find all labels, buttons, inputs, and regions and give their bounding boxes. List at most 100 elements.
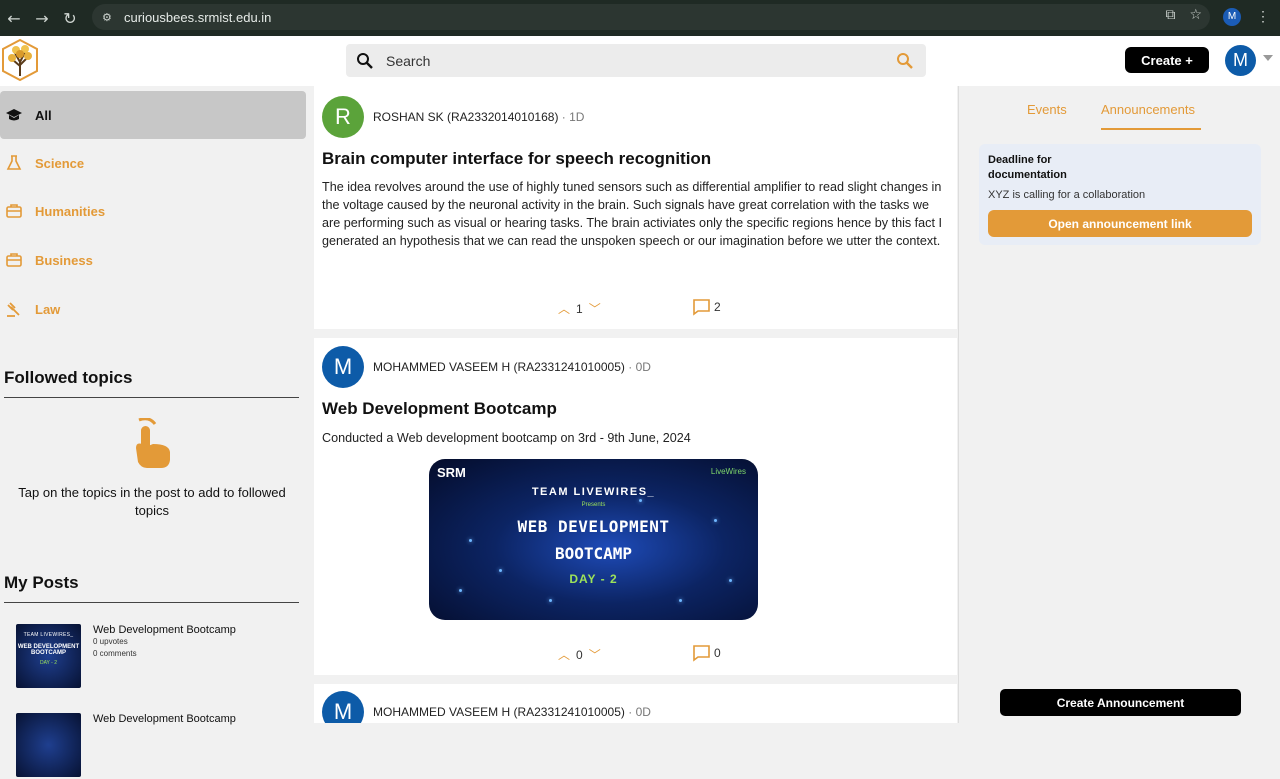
category-science[interactable]: Science xyxy=(0,139,306,187)
flask-icon xyxy=(6,155,22,170)
tab-announcements[interactable]: Announcements xyxy=(1101,102,1195,117)
post-title[interactable]: Web Development Bootcamp xyxy=(322,399,557,419)
graduation-cap-icon xyxy=(6,109,22,121)
address-bar[interactable]: ⚙ curiousbees.srmist.edu.in ⧉ ☆ xyxy=(92,4,1210,30)
author-avatar[interactable]: M xyxy=(322,346,364,388)
followed-topics-title: Followed topics xyxy=(4,368,133,387)
search-submit-icon[interactable] xyxy=(896,52,914,70)
right-panel: Events Announcements Deadline for docume… xyxy=(958,86,1280,723)
vote-count: 1 xyxy=(576,301,583,316)
upvote-icon[interactable]: ︿ xyxy=(558,646,570,663)
browser-chrome: ← → ↻ ⚙ curiousbees.srmist.edu.in ⧉ ☆ M … xyxy=(0,0,1280,36)
vote-controls: ︿ 1 ﹀ xyxy=(558,300,601,317)
thumb-day-text: DAY - 2 xyxy=(39,660,58,666)
comments-button[interactable]: 0 xyxy=(692,644,721,662)
author-avatar[interactable]: M xyxy=(322,691,364,723)
my-post-comments: 0 comments xyxy=(93,649,137,658)
site-settings-icon[interactable]: ⚙ xyxy=(102,11,124,24)
category-label: Science xyxy=(35,155,85,171)
divider xyxy=(4,602,299,603)
banner-day: DAY - 2 xyxy=(569,572,618,586)
back-icon[interactable]: ← xyxy=(0,9,28,28)
thumb-title-text: WEB DEVELOPMENT BOOTCAMP xyxy=(17,644,80,656)
author-avatar[interactable]: R xyxy=(322,96,364,138)
divider xyxy=(4,397,299,398)
left-sidebar: All Science Humanities Business Law Foll… xyxy=(0,86,312,777)
post-author[interactable]: MOHAMMED VASEEM H (RA2331241010005) · 0D xyxy=(373,705,651,719)
gavel-icon xyxy=(7,302,20,317)
bookmark-star-icon[interactable]: ☆ xyxy=(1189,7,1202,23)
post-title[interactable]: Brain computer interface for speech reco… xyxy=(322,149,711,169)
post-card: M MOHAMMED VASEEM H (RA2331241010005) · … xyxy=(314,338,957,675)
category-label: Law xyxy=(35,301,61,317)
category-humanities[interactable]: Humanities xyxy=(0,187,306,235)
banner-line1: WEB DEVELOPMENT xyxy=(517,517,670,536)
panel-tabs: Events Announcements xyxy=(959,86,1280,132)
my-posts-title: My Posts xyxy=(4,573,79,592)
post-feed: R ROSHAN SK (RA2332014010168) · 1D Brain… xyxy=(314,86,957,723)
search-placeholder: Search xyxy=(386,52,431,69)
forward-icon[interactable]: → xyxy=(28,9,56,28)
post-age: · 1D xyxy=(561,110,585,124)
install-app-icon[interactable]: ⧉ xyxy=(1165,7,1175,23)
vote-controls: ︿ 0 ﹀ xyxy=(558,646,601,663)
post-author[interactable]: MOHAMMED VASEEM H (RA2331241010005) · 0D xyxy=(373,360,651,374)
post-card: R ROSHAN SK (RA2332014010168) · 1D Brain… xyxy=(314,86,957,329)
post-image[interactable]: SRM LiveWires TEAM LIVEWIRES_ Presents W… xyxy=(429,459,758,620)
chevron-down-icon[interactable] xyxy=(1263,55,1273,61)
tab-events[interactable]: Events xyxy=(1027,102,1067,117)
open-announcement-link-button[interactable]: Open announcement link xyxy=(988,210,1252,237)
comment-icon xyxy=(693,645,710,662)
reload-icon[interactable]: ↻ xyxy=(56,9,84,28)
post-thumbnail: TEAM LIVEWIRES_ WEB DEVELOPMENT BOOTCAMP… xyxy=(16,624,81,688)
vote-count: 0 xyxy=(576,647,583,662)
url-text: curiousbees.srmist.edu.in xyxy=(124,9,272,25)
tap-hand-icon xyxy=(136,418,170,468)
srm-logo-text: SRM xyxy=(437,465,466,480)
category-label: Humanities xyxy=(35,203,106,219)
search-icon xyxy=(357,52,373,69)
banner-line2: BOOTCAMP xyxy=(554,544,633,563)
post-age: · 0D xyxy=(628,360,651,374)
my-post-upvotes: 0 upvotes xyxy=(93,637,128,646)
category-law[interactable]: Law xyxy=(0,285,306,333)
comment-count: 0 xyxy=(714,646,721,660)
announcement-description: XYZ is calling for a collaboration xyxy=(988,189,1146,201)
my-post-title: Web Development Bootcamp xyxy=(93,713,236,725)
comments-button[interactable]: 2 xyxy=(692,298,721,316)
active-tab-indicator xyxy=(1101,128,1201,130)
followed-topics-hint: Tap on the topics in the post to add to … xyxy=(18,485,286,518)
my-post-title: Web Development Bootcamp xyxy=(93,624,236,636)
my-post-item[interactable]: TEAM LIVEWIRES_ WEB DEVELOPMENT BOOTCAMP… xyxy=(16,624,306,690)
create-announcement-button[interactable]: Create Announcement xyxy=(1000,689,1241,716)
create-button[interactable]: Create + xyxy=(1125,47,1209,73)
briefcase-icon xyxy=(6,253,22,267)
post-age: · 0D xyxy=(628,705,651,719)
browser-profile-avatar[interactable]: M xyxy=(1223,8,1241,26)
app-header: Search Create + M xyxy=(0,36,1280,86)
downvote-icon[interactable]: ﹀ xyxy=(589,300,601,317)
comment-count: 2 xyxy=(714,300,721,314)
post-author[interactable]: ROSHAN SK (RA2332014010168) · 1D xyxy=(373,110,584,124)
author-name: ROSHAN SK (RA2332014010168) xyxy=(373,110,559,124)
browser-menu-icon[interactable]: ⋮ xyxy=(1256,8,1270,25)
search-bar[interactable]: Search xyxy=(346,44,926,77)
category-label: All xyxy=(35,107,52,123)
upvote-icon[interactable]: ︿ xyxy=(558,300,570,317)
post-body: Conducted a Web development bootcamp on … xyxy=(322,431,691,445)
curiousbees-logo-icon[interactable] xyxy=(0,38,40,82)
announcement-title: Deadline for documentation xyxy=(988,154,1067,181)
livewires-logo-text: LiveWires xyxy=(710,467,746,476)
category-label: Business xyxy=(35,252,93,268)
downvote-icon[interactable]: ﹀ xyxy=(589,646,601,663)
post-body: The idea revolves around the use of high… xyxy=(322,180,942,248)
briefcase-icon xyxy=(6,204,22,218)
category-all[interactable]: All xyxy=(0,91,306,139)
post-card: M MOHAMMED VASEEM H (RA2331241010005) · … xyxy=(314,684,957,723)
banner-team-text: TEAM LIVEWIRES_ xyxy=(531,486,656,498)
user-avatar[interactable]: M xyxy=(1225,45,1256,76)
category-business[interactable]: Business xyxy=(0,236,306,284)
author-name: MOHAMMED VASEEM H (RA2331241010005) xyxy=(373,705,625,719)
thumb-team-text: TEAM LIVEWIRES_ xyxy=(23,632,74,638)
comment-icon xyxy=(693,299,710,316)
